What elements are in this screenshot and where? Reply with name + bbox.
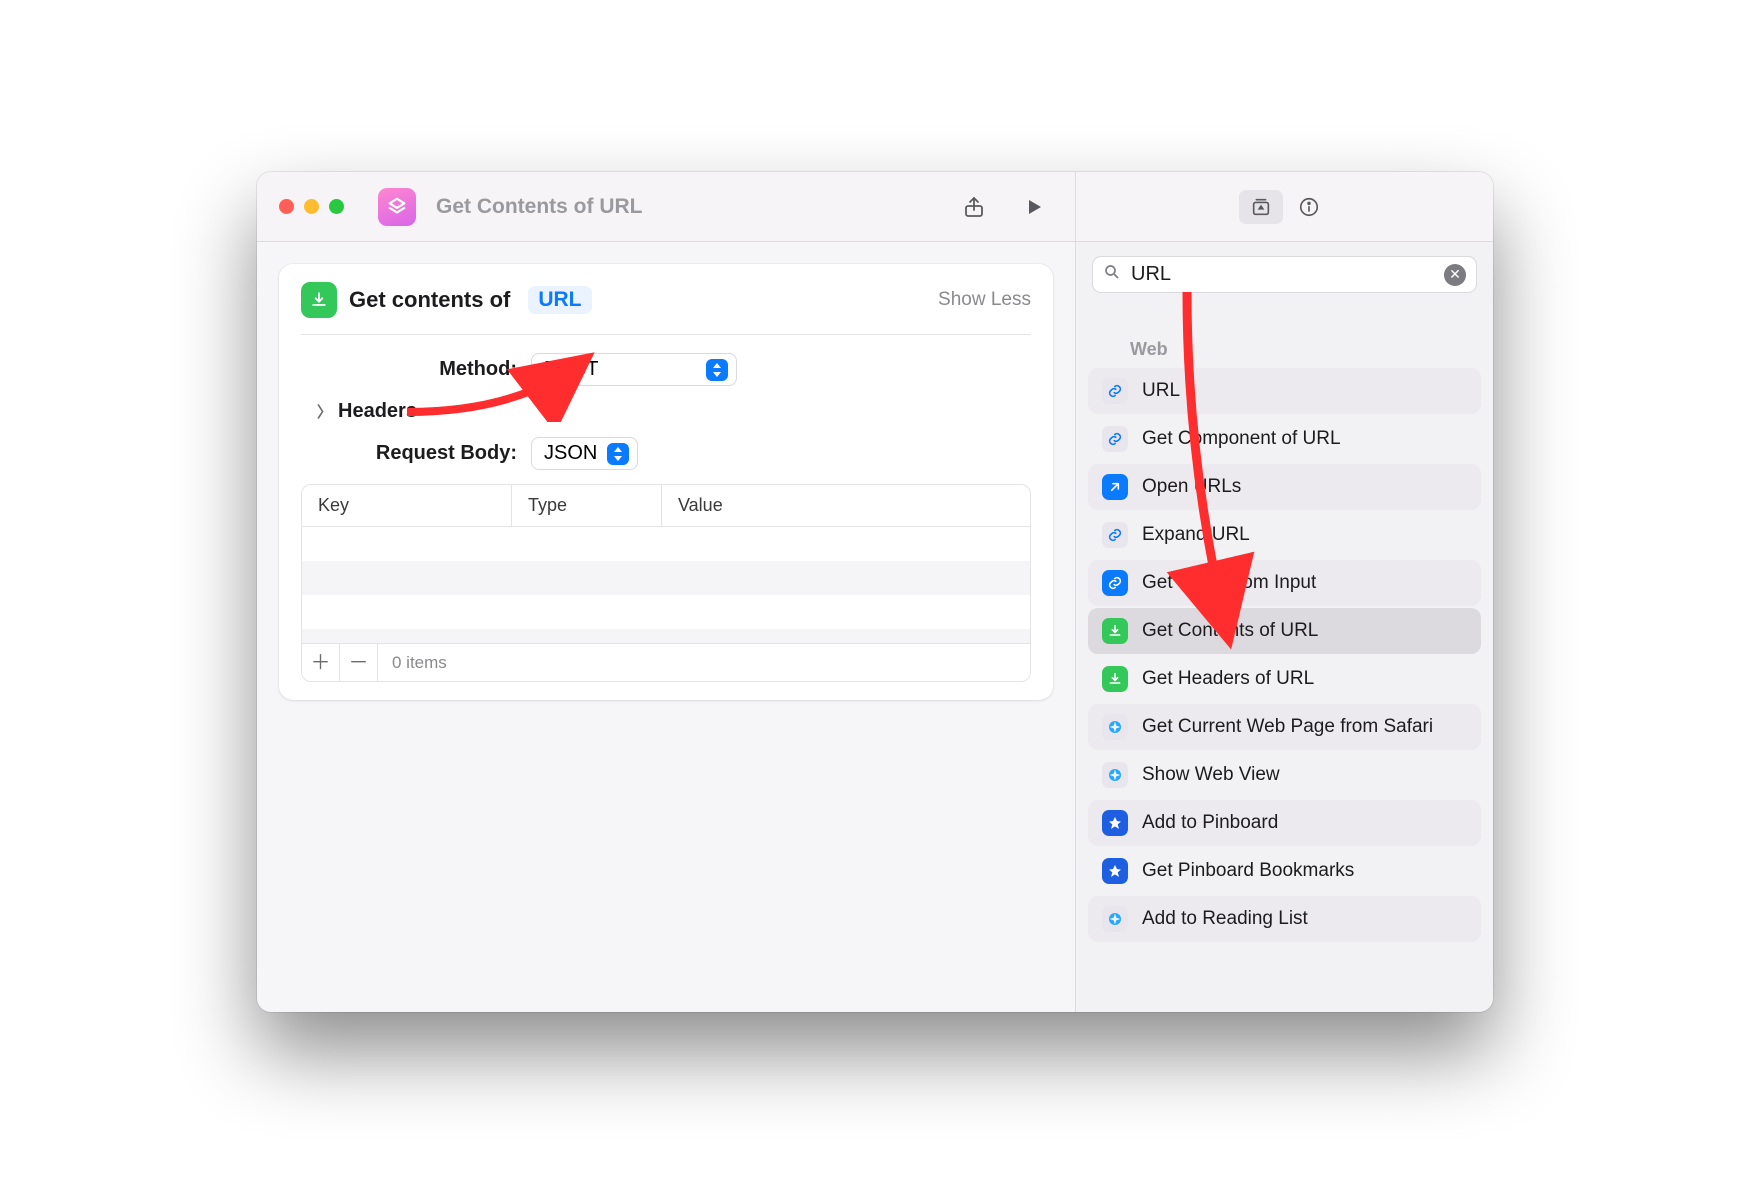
column-header-type[interactable]: Type: [512, 485, 662, 526]
request-body-select[interactable]: JSON: [531, 437, 638, 470]
minimize-window-button[interactable]: [304, 199, 319, 214]
titlebar-left: Get Contents of URL: [257, 188, 1075, 226]
library-item-label: Get Pinboard Bookmarks: [1142, 859, 1354, 883]
shortcut-app-icon: [378, 188, 416, 226]
library-item-label: Get Current Web Page from Safari: [1142, 715, 1433, 739]
library-item-expand-url[interactable]: Expand URL: [1088, 512, 1481, 558]
window-controls: [279, 199, 344, 214]
method-value: POST: [544, 358, 598, 381]
library-item-get-pinboard-bookmarks[interactable]: Get Pinboard Bookmarks: [1088, 848, 1481, 894]
library-item-label: Get Headers of URL: [1142, 667, 1314, 691]
window-title: Get Contents of URL: [436, 195, 642, 219]
library-item-get-component-of-url[interactable]: Get Component of URL: [1088, 416, 1481, 462]
link-icon: [1102, 426, 1128, 452]
request-body-label: Request Body:: [301, 442, 531, 465]
row-count: 0 items: [378, 653, 447, 673]
library-item-open-urls[interactable]: Open URLs: [1088, 464, 1481, 510]
link-icon: [1102, 378, 1128, 404]
close-window-button[interactable]: [279, 199, 294, 214]
library-item-get-headers-of-url[interactable]: Get Headers of URL: [1088, 656, 1481, 702]
library-item-label: Add to Reading List: [1142, 907, 1308, 931]
download-icon: [1102, 666, 1128, 692]
library-item-label: Get Component of URL: [1142, 427, 1341, 451]
download-icon: [1102, 618, 1128, 644]
safari-icon: [1102, 906, 1128, 932]
safari-icon: [1102, 762, 1128, 788]
section-header-web: Web: [1088, 333, 1481, 368]
search-input[interactable]: [1131, 263, 1434, 286]
shortcuts-window: Get Contents of URL: [257, 172, 1493, 1012]
library-item-get-current-web-page-safari[interactable]: Get Current Web Page from Safari: [1088, 704, 1481, 750]
column-header-value[interactable]: Value: [662, 485, 1030, 526]
clear-search-button[interactable]: ✕: [1444, 264, 1466, 286]
pinboard-icon: [1102, 858, 1128, 884]
library-item-show-web-view[interactable]: Show Web View: [1088, 752, 1481, 798]
library-item-label: Get URLs from Input: [1142, 571, 1316, 595]
column-header-key[interactable]: Key: [302, 485, 512, 526]
body-table: Key Type Value ＋ － 0 items: [301, 484, 1031, 682]
headers-disclosure[interactable]: 〉 Headers: [317, 400, 1031, 423]
info-tab-button[interactable]: [1287, 190, 1331, 224]
download-icon: [301, 282, 337, 318]
library-item-url[interactable]: URL: [1088, 368, 1481, 414]
library-list[interactable]: Web URL Get Component of URL Open URLs E…: [1076, 303, 1493, 1012]
action-title: Get contents of: [349, 287, 510, 313]
library-item-label: Add to Pinboard: [1142, 811, 1278, 835]
link-icon: [1102, 522, 1128, 548]
open-icon: [1102, 474, 1128, 500]
divider: [301, 334, 1031, 335]
editor-canvas[interactable]: Get contents of URL Show Less Method: PO…: [257, 242, 1075, 1012]
link-icon: [1102, 570, 1128, 596]
stepper-icon: [607, 443, 629, 465]
pinboard-icon: [1102, 810, 1128, 836]
headers-label: Headers: [338, 400, 417, 423]
action-card-get-contents-of-url[interactable]: Get contents of URL Show Less Method: PO…: [279, 264, 1053, 700]
safari-icon: [1102, 714, 1128, 740]
library-item-get-contents-of-url[interactable]: Get Contents of URL: [1088, 608, 1481, 654]
zoom-window-button[interactable]: [329, 199, 344, 214]
method-label: Method:: [301, 358, 531, 381]
titlebar: Get Contents of URL: [257, 172, 1493, 242]
remove-row-button[interactable]: －: [340, 644, 378, 682]
library-item-label: URL: [1142, 379, 1180, 403]
search-icon: [1103, 263, 1121, 286]
library-item-label: Show Web View: [1142, 763, 1280, 787]
show-less-button[interactable]: Show Less: [938, 289, 1031, 311]
library-item-label: Open URLs: [1142, 475, 1241, 499]
library-item-add-to-reading-list[interactable]: Add to Reading List: [1088, 896, 1481, 942]
add-row-button[interactable]: ＋: [302, 644, 340, 682]
library-tab-button[interactable]: [1239, 190, 1283, 224]
chevron-right-icon: 〉: [317, 401, 332, 422]
library-item-get-urls-from-input[interactable]: Get URLs from Input: [1088, 560, 1481, 606]
method-select[interactable]: POST: [531, 353, 737, 386]
share-button[interactable]: [961, 194, 987, 220]
library-item-label: Get Contents of URL: [1142, 619, 1318, 643]
search-box[interactable]: ✕: [1092, 256, 1477, 293]
inspector-toolbar: [1075, 172, 1493, 241]
run-button[interactable]: [1021, 194, 1047, 220]
library-item-label: Expand URL: [1142, 523, 1250, 547]
url-parameter-token[interactable]: URL: [528, 286, 591, 314]
table-body-empty[interactable]: [302, 527, 1030, 643]
action-library-sidebar: ✕ Web URL Get Component of URL Open URLs: [1075, 242, 1493, 1012]
library-item-add-to-pinboard[interactable]: Add to Pinboard: [1088, 800, 1481, 846]
request-body-value: JSON: [544, 442, 597, 465]
stepper-icon: [706, 359, 728, 381]
